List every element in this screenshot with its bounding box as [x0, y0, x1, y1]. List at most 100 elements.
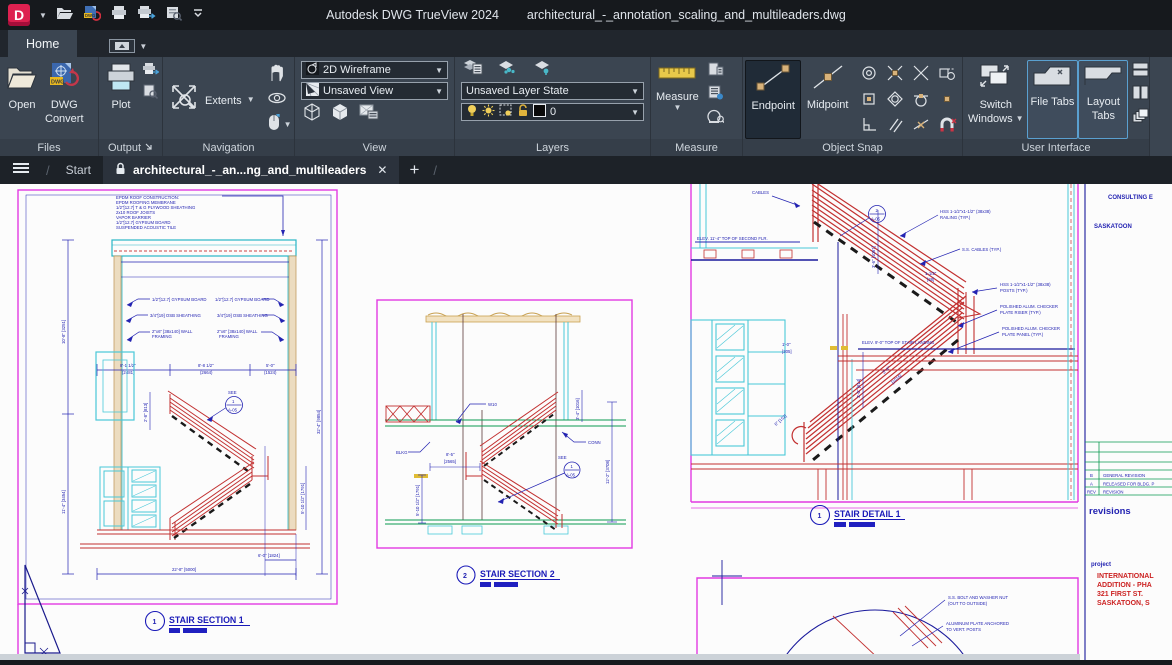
osnap-quadrant-icon[interactable]: [856, 86, 882, 112]
svg-text:POLISHED ALUM. CHECKER: POLISHED ALUM. CHECKER: [1000, 304, 1058, 309]
layer-properties-icon[interactable]: [463, 58, 483, 80]
plot-button[interactable]: Plot: [101, 60, 141, 139]
layout-tabs-toggle[interactable]: Layout Tabs: [1078, 60, 1128, 139]
qat-customize-icon[interactable]: [192, 6, 204, 24]
extents-caret-icon: ▼: [247, 95, 255, 104]
svg-text:FRAMING: FRAMING: [219, 334, 239, 339]
osnap-endpoint-button[interactable]: Endpoint: [745, 60, 801, 139]
drawing-canvas[interactable]: EPDM ROOF CONSTRUCTION: EPDM ROOFING MEM…: [0, 184, 1172, 660]
svg-text:PLATE RISER (TYP.): PLATE RISER (TYP.): [1000, 310, 1041, 315]
osnap-midpoint-button[interactable]: Midpoint: [801, 60, 854, 139]
layer-state-caret-icon: ▼: [631, 87, 639, 96]
osnap-nearest-icon[interactable]: [908, 112, 934, 138]
osnap-node-icon[interactable]: [934, 86, 960, 112]
dwg-convert-button[interactable]: DWG DWG Convert: [42, 60, 87, 139]
tile-horizontally-icon[interactable]: [1132, 62, 1149, 82]
svg-text:10'-8" [3251]: 10'-8" [3251]: [61, 320, 66, 344]
app-menu-caret-icon[interactable]: ▼: [39, 11, 47, 20]
measure-button[interactable]: Measure ▼: [653, 60, 702, 139]
preview-small-icon[interactable]: [142, 84, 159, 104]
svg-text:1: 1: [153, 619, 157, 626]
osnap-tangent-icon[interactable]: [908, 86, 934, 112]
svg-text:HSS 1-1/2"x1-1/2" (38x38): HSS 1-1/2"x1-1/2" (38x38): [940, 209, 991, 214]
svg-text:STAIR SECTION 1: STAIR SECTION 1: [169, 615, 244, 625]
svg-text:[38]: [38]: [927, 277, 934, 282]
plot-printer-icon: [104, 62, 138, 97]
file-tabs-toggle[interactable]: File Tabs: [1027, 60, 1079, 139]
zoom-extents-icon: [168, 81, 200, 118]
svg-text:FRAMING: FRAMING: [152, 334, 172, 339]
svg-text:1-1/2": 1-1/2": [925, 271, 937, 276]
open-icon[interactable]: [56, 5, 74, 26]
svg-text:STAIR SECTION 2: STAIR SECTION 2: [480, 569, 555, 579]
list-icon[interactable]: [707, 85, 724, 105]
cube-shaded-icon[interactable]: [331, 103, 349, 126]
svg-text:(2481): (2481): [122, 370, 135, 375]
panel-output: Plot Output: [99, 57, 163, 156]
layer-freeze-all-icon[interactable]: [497, 59, 519, 80]
osnap-extension-icon[interactable]: [934, 60, 960, 86]
layer-combo[interactable]: 0 ▼: [461, 103, 644, 121]
ribbon-tab-row: Home ▼: [0, 30, 1172, 57]
mouse-caret-icon[interactable]: ▼: [284, 120, 292, 129]
preview-icon[interactable]: [165, 5, 183, 26]
svg-text:GENERAL REVISION: GENERAL REVISION: [1103, 473, 1145, 478]
dwg-convert-icon[interactable]: DWG: [83, 5, 101, 26]
open-button[interactable]: Open: [2, 60, 42, 139]
svg-text:2'-8" [813]: 2'-8" [813]: [143, 403, 148, 422]
batch-plot-icon[interactable]: [137, 5, 156, 25]
cube-wireframe-icon[interactable]: [303, 103, 321, 126]
osnap-center-icon[interactable]: [856, 60, 882, 86]
layer-bulb-icon: [466, 104, 478, 120]
app-logo[interactable]: D: [8, 4, 30, 26]
osnap-parallel-icon[interactable]: [882, 112, 908, 138]
ribbon-display-toggle[interactable]: ▼: [109, 39, 147, 53]
visual-style-combo[interactable]: 2D Wireframe ▼: [301, 61, 448, 79]
layer-state-combo[interactable]: Unsaved Layer State ▼: [461, 82, 644, 100]
switch-windows-button[interactable]: Switch Windows▼: [965, 60, 1027, 139]
osnap-intersection-icon[interactable]: [882, 60, 908, 86]
layer-on-off-icon[interactable]: [533, 59, 555, 80]
file-menu-icon[interactable]: [0, 161, 42, 179]
tile-vertically-icon[interactable]: [1132, 85, 1149, 105]
named-view-combo[interactable]: Unsaved View ▼: [301, 82, 448, 100]
svg-text:A-05: A-05: [566, 473, 576, 478]
quick-calc-icon[interactable]: [707, 108, 724, 129]
output-dialog-launcher-icon[interactable]: [145, 142, 153, 154]
svg-text:22'-8" [5000]: 22'-8" [5000]: [172, 567, 196, 572]
tab-home[interactable]: Home: [8, 30, 77, 57]
svg-text:CONN: CONN: [588, 440, 601, 445]
cascade-windows-icon[interactable]: [1132, 108, 1149, 128]
named-view-caret-icon: ▼: [435, 87, 443, 96]
zoom-extents-button[interactable]: Extents ▼: [165, 79, 258, 120]
batch-plot-small-icon[interactable]: [142, 62, 159, 81]
close-tab-icon[interactable]: ✕: [377, 163, 387, 177]
new-tab-icon[interactable]: +: [399, 160, 429, 180]
svg-text:W10: W10: [488, 402, 497, 407]
osnap-perpendicular-icon[interactable]: [856, 112, 882, 138]
layer-sun-icon: [482, 104, 495, 120]
osnap-none-icon[interactable]: [934, 112, 960, 138]
svg-text:1/2"[12.7] GYPSUM BOARD: 1/2"[12.7] GYPSUM BOARD: [152, 297, 207, 302]
visual-style-caret-icon: ▼: [435, 66, 443, 75]
pan-hand-icon[interactable]: [267, 64, 292, 87]
svg-text:SEE: SEE: [558, 455, 567, 460]
layout-tabs-icon: [1082, 63, 1124, 94]
layer-color-swatch: [533, 104, 546, 120]
svg-text:5'-0": 5'-0": [266, 363, 275, 368]
active-file-tab[interactable]: architectural_-_an...ng_and_multileaders…: [103, 156, 399, 184]
svg-text:32'-4" [9854]: 32'-4" [9854]: [316, 410, 321, 434]
orbit-icon[interactable]: [267, 90, 292, 111]
mouse-icon[interactable]: [267, 114, 281, 136]
id-point-icon[interactable]: [707, 62, 724, 82]
svg-text:S.S. CABLES (TYP.): S.S. CABLES (TYP.): [962, 247, 1002, 252]
svg-text:DWG: DWG: [85, 13, 95, 18]
start-tab[interactable]: Start: [54, 156, 103, 184]
osnap-geometric-center-icon[interactable]: [882, 86, 908, 112]
osnap-apparent-intersection-icon[interactable]: [908, 60, 934, 86]
svg-text:1/2"[12.7] GYPSUM BOARD: 1/2"[12.7] GYPSUM BOARD: [215, 297, 270, 302]
named-views-manager-icon[interactable]: [359, 103, 379, 126]
print-icon[interactable]: [110, 5, 128, 25]
drawing-viewport[interactable]: EPDM ROOF CONSTRUCTION: EPDM ROOFING MEM…: [0, 184, 1172, 660]
ruler-icon: [656, 62, 698, 89]
